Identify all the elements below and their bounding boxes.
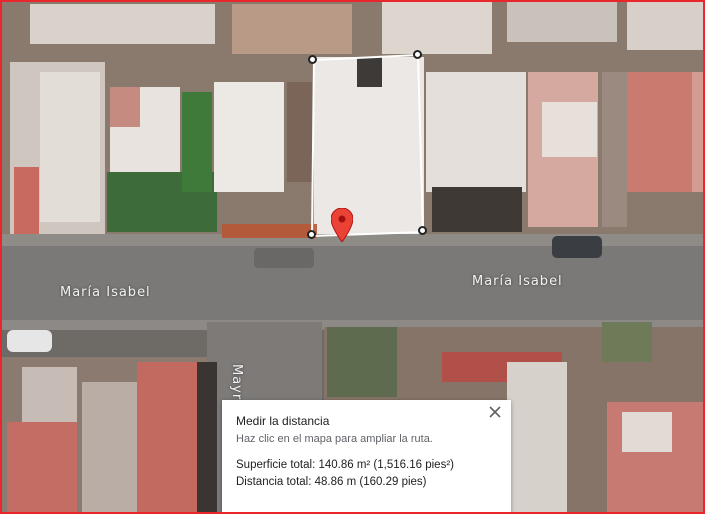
map-pin-icon[interactable]	[331, 208, 353, 242]
measure-vertex[interactable]	[418, 226, 427, 235]
total-distance: Distancia total: 48.86 m (160.29 pies)	[236, 476, 427, 488]
street-label-maria-isabel-right: María Isabel	[472, 274, 563, 289]
measure-title: Medir la distancia	[236, 414, 330, 428]
measure-distance-card: Medir la distancia Haz clic en el mapa p…	[222, 400, 511, 512]
total-area: Superficie total: 140.86 m² (1,516.16 pi…	[236, 459, 454, 471]
close-icon[interactable]	[487, 404, 503, 420]
measure-vertex[interactable]	[308, 55, 317, 64]
measure-vertex[interactable]	[413, 50, 422, 59]
map-view[interactable]: María Isabel María Isabel Mayra Medir la…	[0, 0, 705, 514]
measure-hint: Haz clic en el mapa para ampliar la ruta…	[236, 433, 433, 445]
measure-vertex[interactable]	[307, 230, 316, 239]
street-label-maria-isabel-left: María Isabel	[60, 285, 151, 300]
